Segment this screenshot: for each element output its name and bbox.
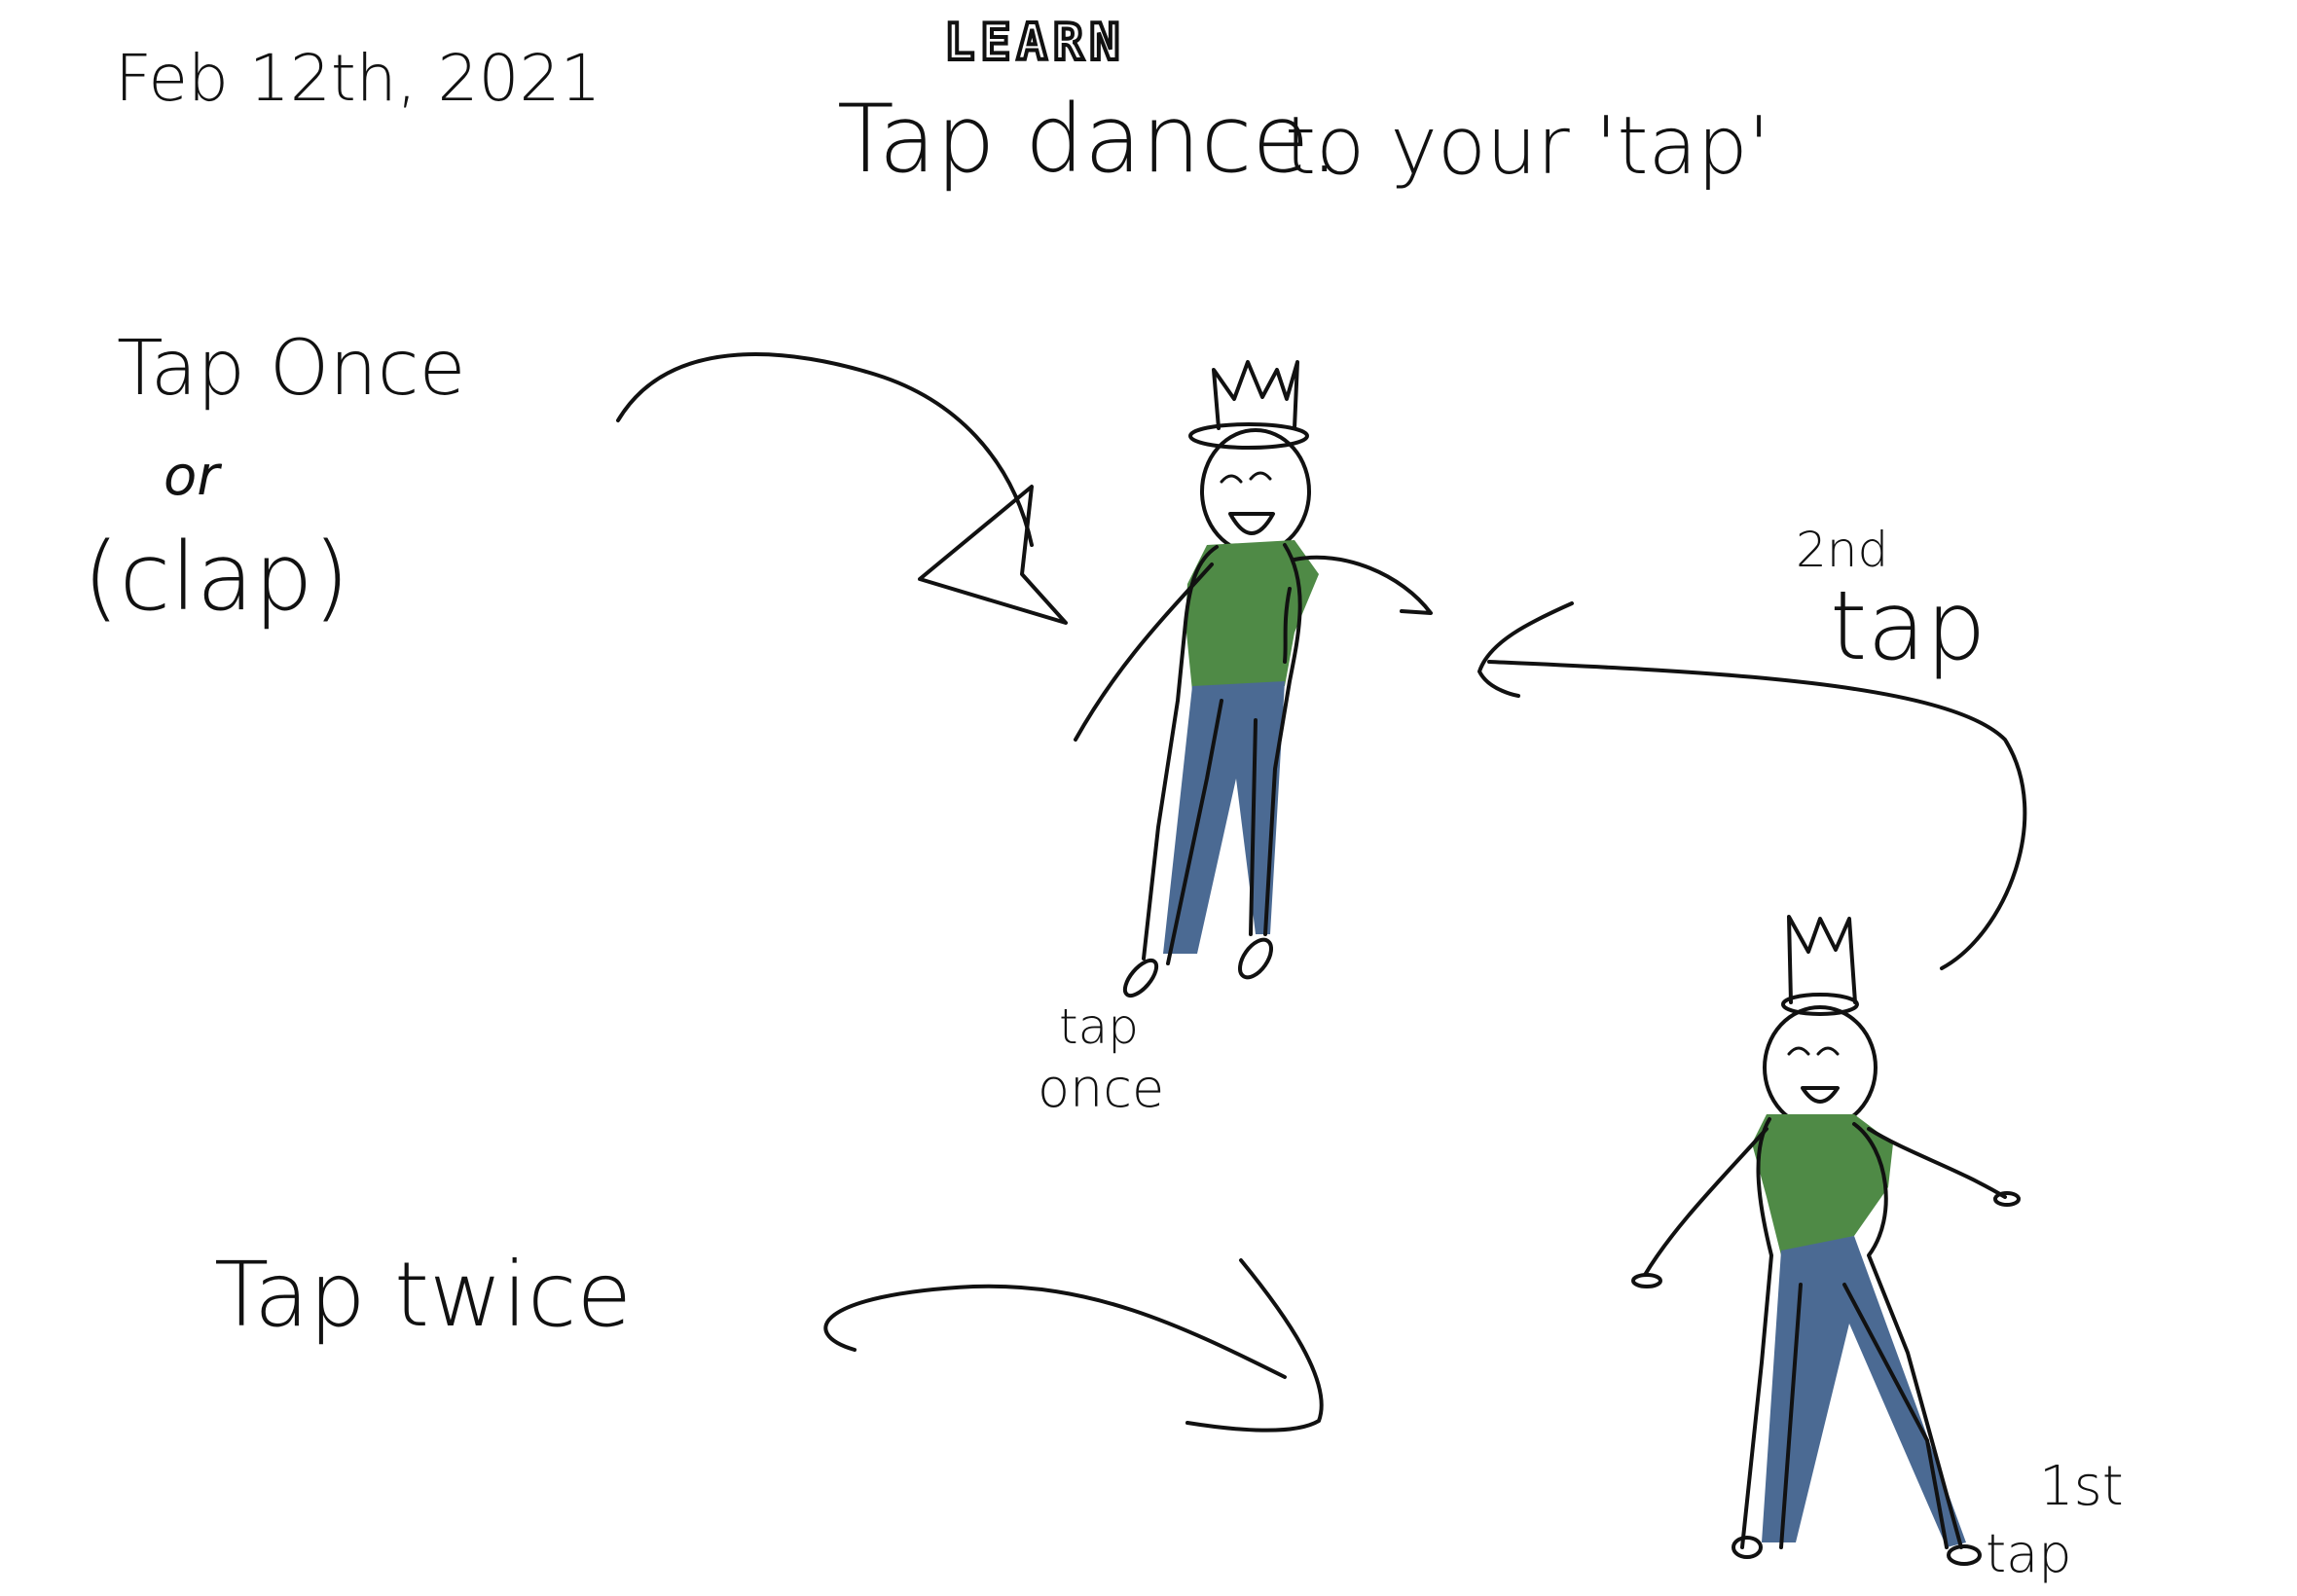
tap-twice-label: Tap twice — [214, 1243, 633, 1347]
crown-icon — [1781, 915, 1859, 1016]
dancer-figure-one — [1074, 360, 1433, 998]
clap-label: (clap) — [83, 523, 350, 632]
second-tap-word: tap — [1830, 571, 1987, 682]
or-label: or — [164, 445, 220, 508]
first-tap-word: tap — [1986, 1523, 2072, 1584]
tap-once-foot-line1: tap — [1059, 998, 1139, 1055]
tap-once-arrow-icon — [616, 352, 1068, 625]
learn-heading: LEARN — [942, 14, 1126, 72]
crown-icon — [1188, 360, 1309, 450]
title-sub: to your 'tap' — [1285, 100, 1770, 193]
tap-twice-arrow-icon — [823, 1258, 1324, 1433]
whiteboard-canvas: Feb 12th, 2021 LEARN Tap dance. to your … — [0, 0, 2297, 1596]
dancer-figure-two — [1631, 915, 2021, 1566]
tap-once-label: Tap Once — [117, 325, 466, 413]
second-tap-ordinal: 2nd — [1796, 522, 1889, 578]
date-label: Feb 12th, 2021 — [115, 41, 602, 116]
first-tap-ordinal: 1st — [2039, 1455, 2124, 1518]
sketch-layer — [616, 352, 2027, 1566]
title-main: Tap dance. — [837, 85, 1339, 194]
tap-once-foot-line2: once — [1038, 1058, 1165, 1119]
